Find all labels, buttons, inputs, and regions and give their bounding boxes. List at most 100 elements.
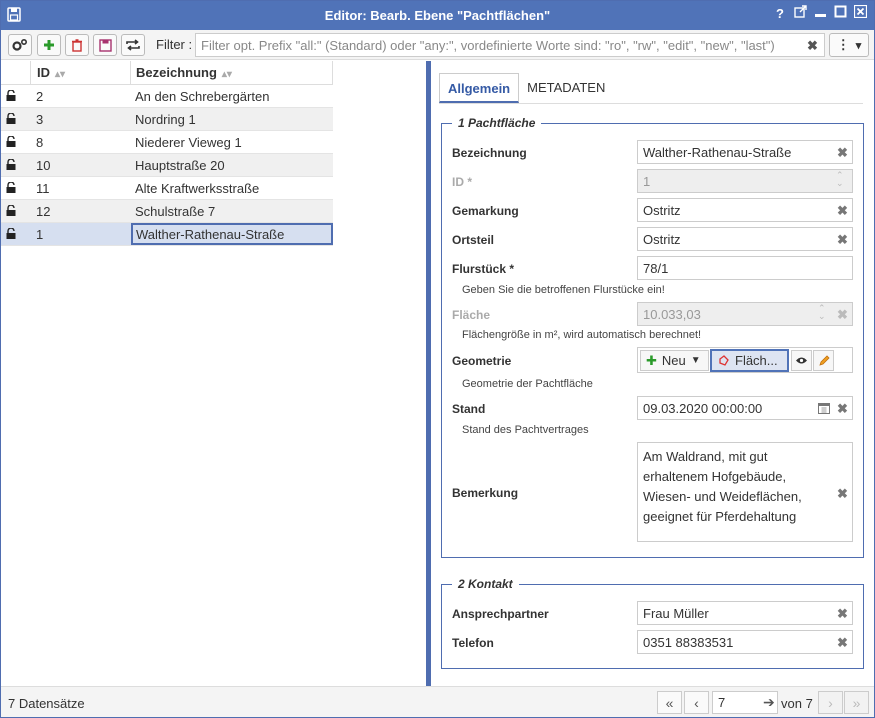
geometrie-label: Geometrie — [452, 354, 512, 368]
caret-down-icon: ▾ — [855, 39, 862, 52]
cell-id: 1 — [36, 227, 44, 242]
table-row[interactable]: 3 Nordring 1 — [1, 108, 333, 131]
geometrie-neu-button[interactable]: ✚ Neu ▼ — [640, 350, 709, 371]
cell-id: 11 — [36, 181, 50, 196]
flurstueck-field[interactable]: 78/1 — [637, 256, 853, 280]
table-row[interactable]: 2 An den Schrebergärten — [1, 85, 333, 108]
popout-button[interactable] — [792, 5, 808, 23]
unlock-icon — [6, 90, 16, 101]
plus-icon — [44, 40, 54, 50]
next-page-button[interactable]: › — [818, 691, 843, 714]
table-row[interactable]: 8 Niederer Vieweg 1 — [1, 131, 333, 154]
filter-label: Filter : — [156, 37, 193, 52]
delete-button[interactable] — [65, 34, 89, 56]
bemerkung-textarea[interactable]: Am Waldrand, mit gut erhaltenem Hofgebäu… — [637, 442, 853, 542]
next-page-icon: › — [828, 694, 833, 711]
clear-gemarkung-icon[interactable]: ✖ — [837, 203, 848, 219]
geometrie-hint: Geometrie der Pachtfläche — [462, 378, 593, 390]
flaeche-spinner-icon: ⌃ ⌄ — [818, 303, 826, 321]
tab-allgemein[interactable]: Allgemein — [439, 73, 520, 103]
flurstueck-hint: Geben Sie die betroffenen Flurstücke ein… — [462, 284, 665, 296]
clear-stand-icon[interactable]: ✖ — [837, 401, 848, 417]
id-spinner-icon: ⌃ ⌄ — [836, 170, 844, 188]
cell-name: Hauptstraße 20 — [135, 158, 225, 173]
refresh-icon — [126, 39, 140, 51]
cell-id: 12 — [36, 204, 51, 219]
cell-name: Alte Kraftwerksstraße — [135, 181, 260, 196]
stand-label: Stand — [452, 402, 486, 416]
panel-splitter[interactable] — [426, 61, 431, 686]
name-column-header[interactable]: Bezeichnung ▴▾ — [131, 61, 333, 84]
clear-telefon-icon[interactable]: ✖ — [837, 635, 848, 651]
save-record-button[interactable] — [93, 34, 117, 56]
ortsteil-label: Ortsteil — [452, 233, 495, 247]
caret-down-icon: ▼ — [690, 355, 701, 366]
minimize-button[interactable] — [812, 5, 828, 23]
clear-ortsteil-icon[interactable]: ✖ — [837, 232, 848, 248]
refresh-button[interactable] — [121, 34, 145, 56]
geometrie-view-button[interactable] — [791, 350, 812, 371]
cell-id: 3 — [36, 112, 44, 127]
go-page-icon[interactable]: ➔ — [763, 694, 775, 711]
eye-icon — [796, 357, 807, 364]
unlock-icon — [6, 159, 16, 170]
first-page-icon: « — [665, 694, 674, 711]
table-header: ID ▴▾ Bezeichnung ▴▾ — [1, 61, 333, 85]
table-row[interactable]: 10 Hauptstraße 20 — [1, 154, 333, 177]
more-menu-button[interactable]: ⋮ ▾ — [829, 33, 869, 57]
table-row[interactable]: 12 Schulstraße 7 — [1, 200, 333, 223]
page-total: von 7 — [781, 696, 813, 711]
table-row-selected[interactable]: 1 Walther-Rathenau-Straße — [1, 223, 333, 246]
settings-button[interactable] — [8, 34, 32, 56]
filter-clear-icon[interactable]: ✖ — [807, 38, 818, 54]
first-page-button[interactable]: « — [657, 691, 682, 714]
maximize-button[interactable] — [832, 5, 848, 23]
section-legend: 2 Kontakt — [452, 577, 519, 591]
flaeche-label: Fläche — [452, 308, 491, 322]
title-bar: Editor: Bearb. Ebene "Pachtflächen" ? — [1, 1, 874, 30]
table-row[interactable]: 11 Alte Kraftwerksstraße — [1, 177, 333, 200]
unlock-icon — [6, 182, 16, 193]
cell-name: Schulstraße 7 — [135, 204, 216, 219]
flaeche-hint: Flächengröße in m², wird automatisch ber… — [462, 329, 702, 341]
bemerkung-label: Bemerkung — [452, 486, 519, 500]
id-column-header[interactable]: ID ▴▾ — [31, 61, 131, 84]
unlock-icon — [6, 228, 16, 239]
close-button[interactable] — [852, 4, 868, 23]
help-button[interactable]: ? — [772, 5, 788, 23]
geometrie-flaeche-button[interactable]: Fläch... — [710, 349, 789, 372]
save-icon — [98, 38, 112, 52]
unlock-icon — [6, 136, 16, 147]
cell-name: Niederer Vieweg 1 — [135, 135, 242, 150]
filter-input[interactable] — [195, 33, 825, 57]
geometrie-edit-button[interactable] — [813, 350, 834, 371]
section-legend: 1 Pachtfläche — [452, 116, 542, 130]
record-count: 7 Datensätze — [8, 696, 85, 711]
id-label: ID * — [452, 175, 473, 189]
prev-page-button[interactable]: ‹ — [684, 691, 709, 714]
unlock-icon — [6, 113, 16, 124]
tab-metadaten[interactable]: METADATEN — [519, 73, 613, 103]
bezeichnung-field[interactable]: Walther-Rathenau-Straße — [637, 140, 853, 164]
stand-hint: Stand des Pachtvertrages — [462, 424, 589, 436]
prev-page-icon: ‹ — [694, 694, 699, 711]
last-page-button[interactable]: » — [844, 691, 869, 714]
clear-bemerkung-icon[interactable]: ✖ — [837, 486, 848, 502]
clear-ansprechpartner-icon[interactable]: ✖ — [837, 606, 848, 622]
popout-icon — [793, 5, 807, 18]
dots-icon: ⋮ — [836, 37, 850, 52]
gemarkung-field[interactable]: Ostritz — [637, 198, 853, 222]
add-button[interactable] — [37, 34, 61, 56]
neu-label: Neu — [661, 353, 686, 368]
ansprechpartner-field[interactable]: Frau Müller — [637, 601, 853, 625]
gears-icon — [12, 38, 28, 51]
window-title: Editor: Bearb. Ebene "Pachtflächen" — [324, 8, 551, 23]
tab-bar: Allgemein METADATEN — [439, 73, 613, 103]
calendar-icon[interactable] — [818, 402, 830, 414]
minimize-icon — [814, 14, 826, 17]
sort-icon: ▴▾ — [55, 69, 66, 80]
ortsteil-field[interactable]: Ostritz — [637, 227, 853, 251]
bezeichnung-label: Bezeichnung — [452, 146, 527, 160]
clear-bezeichnung-icon[interactable]: ✖ — [837, 145, 848, 161]
telefon-field[interactable]: 0351 88383531 — [637, 630, 853, 654]
